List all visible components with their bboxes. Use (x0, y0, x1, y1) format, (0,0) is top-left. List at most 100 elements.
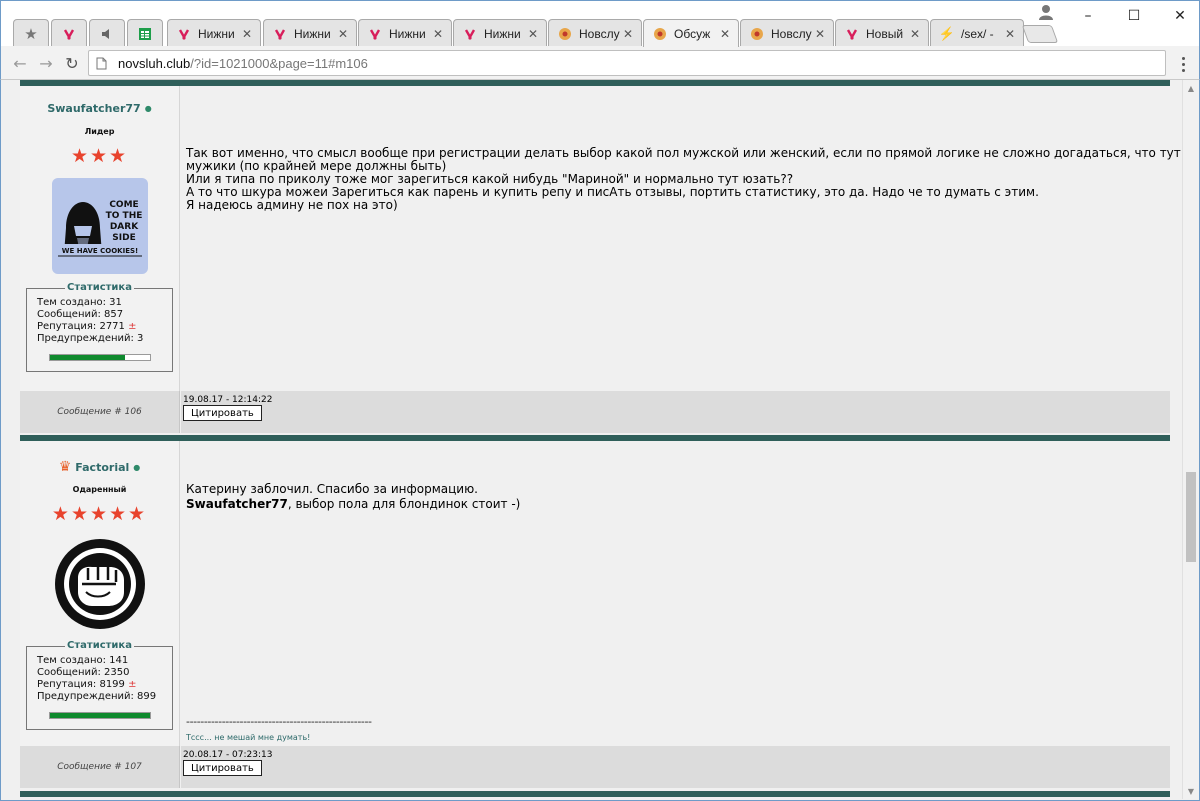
tab-close-icon[interactable]: ✕ (431, 27, 445, 41)
tab-1[interactable]: Нижни ✕ (167, 19, 261, 47)
tab-3[interactable]: Нижни ✕ (358, 19, 452, 47)
page-icon (96, 57, 110, 70)
tab-pinned-audio[interactable] (89, 19, 125, 47)
forum-thread: Swaufatcher77 ● Лидер ★★★ COME TO THE DA… (20, 80, 1199, 800)
signature-separator: ----------------------------------------… (186, 715, 372, 728)
author-nick[interactable]: ♛ Factorial ● (20, 459, 179, 475)
tab-title: Нижни (484, 26, 521, 41)
new-tab-button[interactable] (1021, 25, 1059, 43)
tab-close-icon[interactable]: ✕ (813, 27, 827, 41)
tab-close-icon[interactable]: ✕ (1003, 27, 1017, 41)
stat-messages: Сообщений: 2350 (37, 667, 130, 678)
tab-close-icon[interactable]: ✕ (621, 27, 635, 41)
tab-title: Новслу (579, 26, 620, 41)
author-panel: Swaufatcher77 ● Лидер ★★★ COME TO THE DA… (20, 86, 180, 391)
online-status-icon: ● (144, 104, 152, 113)
tab-title: Нижни (198, 26, 235, 41)
stat-reputation: Репутация: 8199 (37, 679, 125, 690)
svg-text:DARK: DARK (109, 222, 138, 232)
user-mention[interactable]: Swaufatcher77 (186, 497, 288, 511)
avatar-image (54, 539, 145, 629)
user-signature: Тссс... не мешай мне думать! (186, 733, 311, 742)
post-text: Так вот именно, что смысл вообще при рег… (186, 147, 1199, 212)
page-scrollbar[interactable]: ▲ ▼ (1182, 80, 1199, 799)
tab-close-icon[interactable]: ✕ (526, 27, 540, 41)
post-footer: 19.08.17 - 12:14:22 Цитировать (181, 391, 1170, 433)
message-number-label[interactable]: Сообщение # 107 (57, 762, 142, 772)
online-status-icon: ● (133, 462, 141, 472)
stats-legend: Статистика (27, 282, 172, 294)
author-nick[interactable]: Swaufatcher77 ● (20, 102, 179, 115)
svg-text:WE HAVE COOKIES!: WE HAVE COOKIES! (61, 247, 137, 255)
browser-menu-button[interactable] (1173, 54, 1193, 74)
address-bar[interactable]: novsluh.club/?id=1021000&page=11#m106 (88, 50, 1166, 76)
tab-4[interactable]: Нижни ✕ (453, 19, 547, 47)
message-number-label[interactable]: Сообщение # 106 (57, 407, 142, 417)
activity-bar (49, 354, 151, 361)
avatar-image: COME TO THE DARK SIDE WE HAVE COOKIES! (51, 178, 148, 274)
post-body: Так вот именно, что смысл вообще при рег… (181, 86, 1199, 391)
site-logo-icon (272, 26, 288, 42)
stat-reputation-row: Репутация: 2771 ± (37, 321, 164, 333)
message-number[interactable]: Сообщение # 107 (20, 746, 180, 788)
tab-close-icon[interactable]: ✕ (908, 27, 922, 41)
forward-button[interactable]: → (35, 52, 57, 74)
tab-active[interactable]: Обсуж ✕ (643, 19, 739, 47)
scrollbar-thumb[interactable] (1186, 472, 1196, 562)
stats-legend: Статистика (27, 640, 172, 652)
svg-text:SIDE: SIDE (112, 233, 135, 243)
scroll-up-icon[interactable]: ▲ (1183, 80, 1199, 96)
back-button[interactable]: ← (9, 52, 31, 74)
stat-warnings: Предупреждений: 899 (37, 691, 157, 702)
post-line: Swaufatcher77, выбор пола для блондинок … (186, 497, 520, 512)
forum-post: ♛ Factorial ● Одаренный ★★★★★ Статистика… (20, 441, 1170, 791)
reputation-change-icon[interactable]: ± (128, 679, 136, 690)
tab-title: Нижни (294, 26, 331, 41)
user-rank: Одаренный (72, 485, 127, 494)
avatar[interactable] (20, 536, 179, 632)
tab-title: Новый (866, 26, 904, 41)
tab-pinned-site[interactable] (51, 19, 87, 47)
tab-9[interactable]: ⚡ /sex/ - ✕ (930, 19, 1024, 47)
post-text: Катерину заблочил. Спасибо за информацию… (186, 482, 520, 512)
avatar[interactable]: COME TO THE DARK SIDE WE HAVE COOKIES! (20, 178, 179, 274)
bookmark-star-icon: ★ (24, 25, 38, 43)
post-footer: 20.08.17 - 07:23:13 Цитировать (181, 746, 1170, 788)
site-logo-icon (844, 26, 860, 42)
message-number[interactable]: Сообщение # 106 (20, 391, 180, 433)
url-host: novsluh.club (118, 55, 191, 71)
rating-stars: ★★★ (70, 145, 129, 167)
tab-2[interactable]: Нижни ✕ (263, 19, 357, 47)
arrow-left-icon: ← (13, 53, 27, 73)
tab-8[interactable]: Новый ✕ (835, 19, 929, 47)
quote-button[interactable]: Цитировать (183, 405, 262, 421)
activity-bar-fill (50, 355, 125, 360)
stats-title: Статистика (65, 282, 134, 293)
tab-pinned-bookmarks[interactable]: ★ (13, 19, 49, 47)
svg-text:TO THE: TO THE (105, 211, 142, 221)
post-separator (20, 791, 1170, 797)
scroll-down-icon[interactable]: ▼ (1183, 783, 1199, 799)
site-logo-icon (61, 26, 77, 42)
quote-button[interactable]: Цитировать (183, 760, 262, 776)
tab-7[interactable]: Новслу ✕ (740, 19, 834, 47)
author-name[interactable]: Swaufatcher77 (47, 102, 140, 115)
tab-close-icon[interactable]: ✕ (718, 27, 732, 41)
arrow-right-icon: → (39, 53, 53, 73)
tab-close-icon[interactable]: ✕ (336, 27, 350, 41)
tab-title: Новслу (771, 26, 812, 41)
reload-button[interactable]: ↻ (61, 52, 83, 74)
tab-close-icon[interactable]: ✕ (240, 27, 254, 41)
forum-post: Swaufatcher77 ● Лидер ★★★ COME TO THE DA… (20, 86, 1199, 435)
user-stats: Статистика Тем создано: 141 Сообщений: 2… (26, 640, 173, 730)
post-date: 20.08.17 - 07:23:13 (183, 750, 273, 760)
crown-icon: ♛ (58, 459, 72, 475)
tab-5[interactable]: Новслу ✕ (548, 19, 642, 47)
post-body: Катерину заблочил. Спасибо за информацию… (181, 441, 1170, 746)
post-line: Я надеюсь админу не пох на это) (186, 198, 398, 212)
reputation-change-icon[interactable]: ± (128, 321, 136, 332)
speaker-icon (99, 26, 115, 42)
author-name[interactable]: Factorial (75, 461, 129, 474)
window-titlebar: – ☐ ✕ ★ Нижни ✕ Нижни ✕ Нижни ✕ Нижни ✕ … (0, 0, 1200, 47)
tab-pinned-sheets[interactable] (127, 19, 163, 47)
